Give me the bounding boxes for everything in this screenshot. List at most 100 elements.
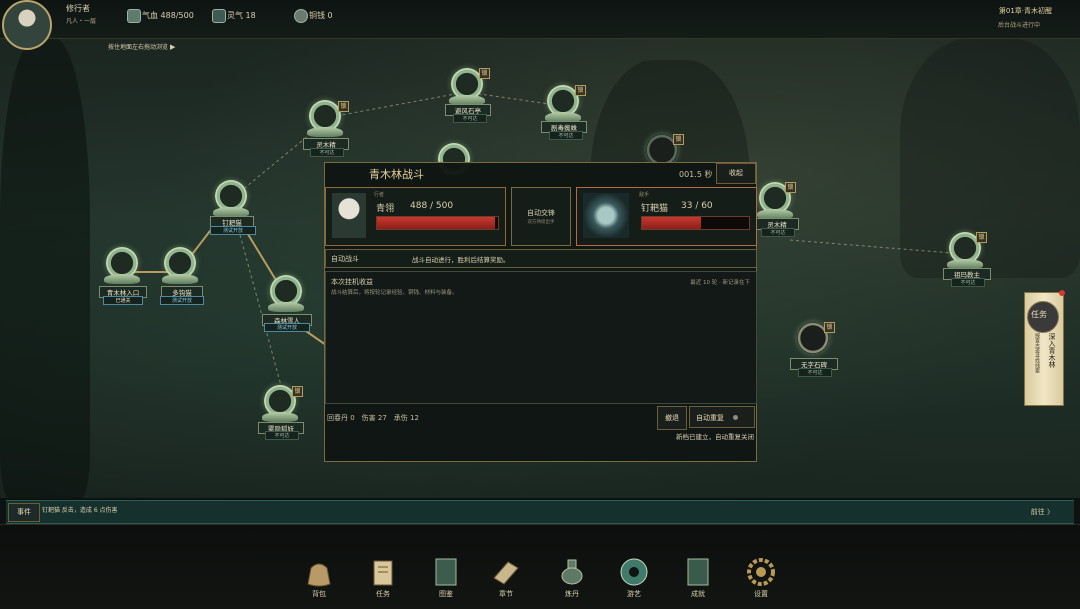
node-status: 不可达 <box>453 114 487 123</box>
jade-disc-icon[interactable] <box>618 556 650 588</box>
menu-label: 炼丹 <box>565 590 579 598</box>
task-line-2: 探查古迹寻找线索 <box>1034 333 1040 373</box>
enemy-combat-name: 钉耙猫 <box>641 204 669 214</box>
player-name: 修行者 <box>66 4 90 13</box>
auto-sub: 双方持续出手 <box>527 220 555 225</box>
qixue-label: 气血 <box>142 11 158 20</box>
node-status: 不可达 <box>761 228 795 237</box>
enemy-tag: 敌手 <box>639 192 650 198</box>
event-text: 钉耙猫 反击，造成 6 点伤害 <box>42 507 118 514</box>
player-tag: 行者 <box>374 192 385 198</box>
menu-label: 章节 <box>499 590 513 598</box>
node-status: 测试开放 <box>160 296 204 305</box>
menu-label: 任务 <box>376 590 390 598</box>
auto-exchange-box: 自动交锋 双方持续出手 <box>511 187 571 246</box>
battle-panel: 青木林战斗 001.5 秒 收起 行者 青翎 488 / 500 自动交锋 双方… <box>324 162 757 462</box>
map-node-duogoumao[interactable] <box>162 247 198 287</box>
menu-label: 成就 <box>691 590 705 598</box>
qixue-icon <box>127 9 141 23</box>
codex-book-icon[interactable] <box>430 556 462 588</box>
node-status: 不可达 <box>310 148 344 157</box>
enemy-hp-text: 33 / 60 <box>681 201 713 211</box>
event-go-link[interactable]: 前往 〉 <box>1031 507 1054 517</box>
footer-note: 新档已建立，自动重复关闭 <box>676 433 754 441</box>
map-hint-text: 按住地面左右拖动浏览 <box>108 44 169 51</box>
lock-icon: 锁 <box>824 322 835 333</box>
toggle-dot-icon <box>733 415 739 420</box>
enemy-portrait <box>583 193 629 238</box>
player-combat-box: 行者 青翎 488 / 500 <box>325 187 506 246</box>
player-hp-bar <box>376 216 499 230</box>
enemy-combat-box: 敌手 钉耙猫 33 / 60 <box>576 187 757 246</box>
tongqian-value: 0 <box>327 11 333 20</box>
achievement-book-icon[interactable] <box>682 556 714 588</box>
event-bar: 事件 钉耙猫 反击，造成 6 点伤害 前往 〉 <box>6 500 1074 524</box>
copper-coin-icon <box>294 9 308 23</box>
lock-icon: 锁 <box>575 85 586 96</box>
auto-repeat-label: 自动重复 <box>696 414 724 422</box>
auto-label: 自动交锋 <box>527 209 555 217</box>
lock-icon: 锁 <box>785 182 796 193</box>
auto-repeat-toggle[interactable]: 自动重复 <box>689 406 755 428</box>
lock-icon: 锁 <box>673 134 684 145</box>
player-hp-fill <box>377 217 496 229</box>
chapter-title: 第01章·青木初醒 <box>998 7 1052 15</box>
map-node-entrance[interactable] <box>104 247 140 287</box>
lock-icon: 锁 <box>976 232 987 243</box>
player-combat-name: 青翎 <box>376 204 395 214</box>
task-tag: 任务 <box>1031 310 1047 319</box>
lingqi-value: 18 <box>245 11 256 20</box>
node-status: 不可达 <box>265 431 299 440</box>
qixue-readout: 气血 488/500 <box>142 10 194 21</box>
lock-icon: 锁 <box>292 386 303 397</box>
node-status: 不可达 <box>549 131 583 140</box>
income-title: 本次挂机收益 <box>331 278 373 286</box>
player-hp-text: 488 / 500 <box>410 201 454 211</box>
bottom-menu-bar <box>0 524 1080 609</box>
map-node-dingpamao[interactable] <box>213 180 249 220</box>
income-desc: 战斗结算后，将按轮记录经验、铜钱、材料与装备。 <box>331 290 458 296</box>
battle-stats: 回春丹 0 伤害 27 承伤 12 <box>327 414 419 422</box>
lock-icon: 锁 <box>338 101 349 112</box>
settings-gear-icon[interactable] <box>745 556 777 588</box>
node-status: 测试开放 <box>264 323 310 332</box>
tongqian-readout: 铜钱 0 <box>309 10 333 21</box>
collapse-button[interactable]: 收起 <box>716 163 756 184</box>
player-avatar[interactable] <box>2 0 52 50</box>
chapter-map-icon[interactable] <box>490 556 522 588</box>
node-status: 不可达 <box>798 368 832 377</box>
lingqi-label: 灵气 <box>227 11 243 20</box>
enemy-hp-fill <box>642 217 701 229</box>
node-status: 已通关 <box>103 296 143 305</box>
menu-label: 图鉴 <box>439 590 453 598</box>
battle-mode: 自动战斗 <box>331 255 359 263</box>
battle-mode-desc: 战斗自动进行，胜利后结算奖励。 <box>412 256 510 264</box>
task-scroll[interactable]: 任务 深入青木林 探查古迹寻找线索 <box>1024 292 1064 406</box>
qixue-value: 488/500 <box>160 11 194 20</box>
player-rank: 凡人・一层 <box>66 18 97 25</box>
notification-dot-icon <box>1059 290 1065 296</box>
battle-timer: 001.5 秒 <box>679 170 713 179</box>
alchemy-cauldron-icon[interactable] <box>556 556 588 588</box>
tongqian-label: 铜钱 <box>309 11 325 20</box>
player-portrait <box>332 193 366 238</box>
menu-label: 设置 <box>754 590 768 598</box>
enemy-hp-bar <box>641 216 750 230</box>
map-hint: 按住地面左右拖动浏览 ▶ <box>108 42 175 51</box>
retreat-button[interactable]: 撤退 <box>657 406 687 430</box>
lock-icon: 锁 <box>479 68 490 79</box>
bag-icon[interactable] <box>303 556 335 588</box>
event-label[interactable]: 事件 <box>8 503 40 522</box>
node-status: 不可达 <box>951 278 985 287</box>
battle-status-text: 后台战斗进行中 <box>997 22 1040 29</box>
battle-title: 青木林战斗 <box>369 168 424 181</box>
menu-label: 游艺 <box>627 590 641 598</box>
map-node-senlin-xueren[interactable] <box>268 275 304 315</box>
income-log[interactable]: 本次挂机收益 战斗结算后，将按轮记录经验、铜钱、材料与装备。 最近 10 轮 ·… <box>325 271 757 404</box>
lingqi-icon <box>212 9 226 23</box>
task-line-1: 深入青木林 <box>1048 333 1056 368</box>
income-note: 最近 10 轮 · 新记录在下 <box>690 280 750 286</box>
task-scroll-icon[interactable] <box>367 556 399 588</box>
play-arrow-icon: ▶ <box>169 43 176 51</box>
battle-mode-row: 自动战斗 战斗自动进行，胜利后结算奖励。 <box>325 249 757 268</box>
